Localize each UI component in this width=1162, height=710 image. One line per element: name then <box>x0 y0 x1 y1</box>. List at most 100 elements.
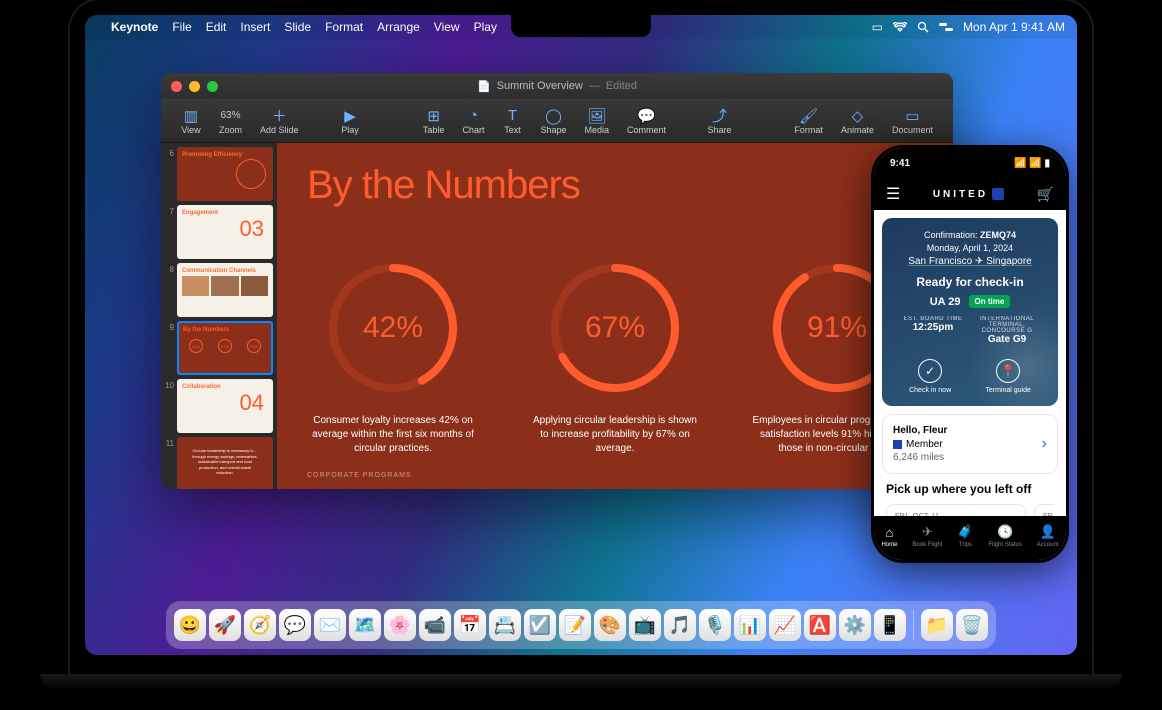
play-button[interactable]: ▶Play <box>332 107 368 135</box>
member-card[interactable]: Hello, Fleur Member 6,246 miles › <box>882 414 1058 474</box>
toolbar: ▥View 63%Zoom ＋Add Slide ▶Play ⊞Table ◔C… <box>161 99 953 143</box>
iphone-mirroring-window[interactable]: 9:41 📶 📶 ▮ ☰ UNITED 🛒 Confirmation: ZEMQ… <box>871 145 1069 563</box>
menu-icon[interactable]: ☰ <box>886 184 900 204</box>
dock-keynote[interactable]: 📈 <box>769 609 801 641</box>
pickup-title: Pick up where you left off <box>886 482 1054 496</box>
document-button[interactable]: ▭Document <box>884 107 941 135</box>
slide-footer: CORPORATE PROGRAMS <box>307 472 412 479</box>
member-tier: Member <box>893 439 947 450</box>
add-slide-button[interactable]: ＋Add Slide <box>252 107 307 135</box>
menu-edit[interactable]: Edit <box>206 20 227 34</box>
wifi-icon[interactable] <box>893 22 907 32</box>
dock-downloads[interactable]: 📁 <box>921 609 953 641</box>
stat-chart-1: 67%Applying circular leadership is shown… <box>529 258 701 456</box>
document-title: 📄 Summit Overview — Edited <box>477 80 637 93</box>
status-title: Ready for check-in <box>892 275 1048 289</box>
chart-button[interactable]: ◔Chart <box>454 107 492 135</box>
dock-podcasts[interactable]: 🎙️ <box>699 609 731 641</box>
tab-home[interactable]: ⌂Home <box>881 525 897 548</box>
tab-book-flight[interactable]: ✈Book Flight <box>912 524 942 548</box>
dock-notes[interactable]: 📝 <box>559 609 591 641</box>
dynamic-island <box>942 156 998 172</box>
zoom-button[interactable] <box>207 81 218 92</box>
dock-launchpad[interactable]: 🚀 <box>209 609 241 641</box>
shape-button[interactable]: ◯Shape <box>532 107 574 135</box>
media-button[interactable]: 🖼Media <box>576 107 617 135</box>
menu-insert[interactable]: Insert <box>240 20 270 34</box>
check-icon: ✓ <box>918 359 942 383</box>
dock-numbers[interactable]: 📊 <box>734 609 766 641</box>
thumbnail-10[interactable]: Collaboration04 <box>177 379 273 433</box>
menu-play[interactable]: Play <box>474 20 497 34</box>
dock-safari[interactable]: 🧭 <box>244 609 276 641</box>
dock-maps[interactable]: 🗺️ <box>349 609 381 641</box>
member-miles: 6,246 miles <box>893 452 947 463</box>
titlebar[interactable]: 📄 Summit Overview — Edited <box>161 73 953 99</box>
comment-button[interactable]: 💬Comment <box>619 107 674 135</box>
animate-button[interactable]: ◇Animate <box>833 107 882 135</box>
dock-calendar[interactable]: 📅 <box>454 609 486 641</box>
close-button[interactable] <box>171 81 182 92</box>
format-button[interactable]: 🖌Format <box>786 107 831 135</box>
cart-icon[interactable]: 🛒 <box>1037 186 1054 203</box>
tab-trips[interactable]: 🧳Trips <box>957 524 973 548</box>
text-button[interactable]: TText <box>494 107 530 135</box>
battery-icon[interactable]: ▭ <box>872 20 883 34</box>
share-button[interactable]: ⤴Share <box>699 107 739 135</box>
thumbnail-8[interactable]: Communication Channels <box>177 263 273 317</box>
dock-facetime[interactable]: 📹 <box>419 609 451 641</box>
file-icon: 📄 <box>477 80 491 93</box>
view-button[interactable]: ▥View <box>173 107 209 135</box>
tabbar: ⌂Home ✈Book Flight 🧳Trips 🕓Flight Status 👤Ac… <box>874 516 1066 560</box>
dock-mail[interactable]: ✉️ <box>314 609 346 641</box>
confirmation: Confirmation: ZEMQ74 <box>892 230 1048 240</box>
dock-app-store[interactable]: 🅰️ <box>804 609 836 641</box>
app-header: ☰ UNITED 🛒 <box>874 178 1066 210</box>
search-icon[interactable] <box>917 21 929 33</box>
flight-number: UA 29 <box>930 296 961 308</box>
dock-music[interactable]: 🎵 <box>664 609 696 641</box>
dock-freeform[interactable]: 🎨 <box>594 609 626 641</box>
dock-reminders[interactable]: ☑️ <box>524 609 556 641</box>
menubar-clock[interactable]: Mon Apr 1 9:41 AM <box>963 20 1065 34</box>
trip-date: Monday, April 1, 2024 <box>892 243 1048 253</box>
thumbnail-9[interactable]: By the Numbers 42%67%91% <box>177 321 273 375</box>
trip-card[interactable]: Confirmation: ZEMQ74 Monday, April 1, 20… <box>882 218 1058 406</box>
dock-tv[interactable]: 📺 <box>629 609 661 641</box>
menu-format[interactable]: Format <box>325 20 363 34</box>
slide-navigator[interactable]: 6 Promoting Efficiency 7 Engagement03 8 … <box>161 143 277 489</box>
trip-route[interactable]: San Francisco ✈ Singapore <box>892 256 1048 267</box>
control-center-icon[interactable] <box>939 22 953 32</box>
board-time: EST. BOARD TIME 12:25pm <box>896 316 970 345</box>
dock-finder[interactable]: 😀 <box>174 609 206 641</box>
tab-account[interactable]: 👤Account <box>1037 524 1059 548</box>
signal-wifi-battery-icons: 📶 📶 ▮ <box>1014 158 1050 169</box>
dock: 😀🚀🧭💬✉️🗺️🌸📹📅📇☑️📝🎨📺🎵🎙️📊📈🅰️⚙️📱 📁🗑️ <box>166 601 996 649</box>
app-name[interactable]: Keynote <box>111 20 158 34</box>
dock-contacts[interactable]: 📇 <box>489 609 521 641</box>
member-greeting: Hello, Fleur <box>893 425 947 436</box>
terminal-guide-button[interactable]: 📍 Terminal guide <box>985 359 1031 394</box>
pin-icon: 📍 <box>996 359 1020 383</box>
menu-file[interactable]: File <box>172 20 191 34</box>
status-badge: On time <box>969 295 1011 308</box>
minimize-button[interactable] <box>189 81 200 92</box>
dock-trash[interactable]: 🗑️ <box>956 609 988 641</box>
dock-settings[interactable]: ⚙️ <box>839 609 871 641</box>
stat-chart-0: 42%Consumer loyalty increases 42% on ave… <box>307 258 479 456</box>
thumbnail-7[interactable]: Engagement03 <box>177 205 273 259</box>
thumbnail-11[interactable]: Circular leadership is necessary to… thr… <box>177 437 273 489</box>
menu-slide[interactable]: Slide <box>284 20 311 34</box>
slide-canvas[interactable]: By the Numbers 42%Consumer loyalty incre… <box>277 143 953 489</box>
zoom-button[interactable]: 63%Zoom <box>211 107 250 135</box>
dock-messages[interactable]: 💬 <box>279 609 311 641</box>
dock-mirroring[interactable]: 📱 <box>874 609 906 641</box>
thumbnail-6[interactable]: Promoting Efficiency <box>177 147 273 201</box>
table-button[interactable]: ⊞Table <box>415 107 453 135</box>
slide-title: By the Numbers <box>307 163 923 208</box>
menu-view[interactable]: View <box>434 20 460 34</box>
tab-flight-status[interactable]: 🕓Flight Status <box>989 524 1022 548</box>
menu-arrange[interactable]: Arrange <box>377 20 420 34</box>
dock-photos[interactable]: 🌸 <box>384 609 416 641</box>
checkin-button[interactable]: ✓ Check in now <box>909 359 951 394</box>
